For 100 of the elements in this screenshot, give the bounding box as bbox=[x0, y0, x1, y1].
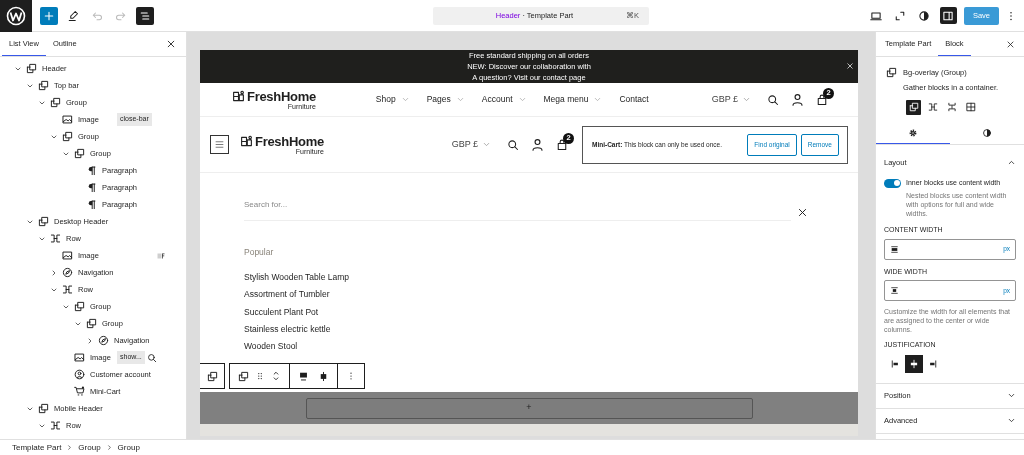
expand-icon bbox=[894, 9, 907, 22]
shelf-icon bbox=[240, 134, 253, 148]
nav-link[interactable]: Mega menu bbox=[543, 93, 603, 106]
user-circle-icon bbox=[74, 369, 85, 380]
contrast-icon bbox=[918, 9, 931, 22]
gear-icon bbox=[908, 127, 918, 138]
currency-selector[interactable]: GBP £ bbox=[451, 137, 491, 152]
chevron-icon bbox=[517, 95, 527, 104]
pilcrow-icon bbox=[86, 165, 97, 176]
bag-icon bbox=[816, 93, 828, 106]
popular-heading: Popular bbox=[244, 246, 275, 259]
align-top-button[interactable] bbox=[298, 370, 309, 382]
menu-button[interactable] bbox=[210, 135, 229, 154]
popular-link[interactable]: Succulent Plant Pot bbox=[244, 305, 808, 323]
chevron-icon bbox=[482, 140, 491, 149]
search-icon bbox=[146, 352, 157, 363]
menu-icon bbox=[214, 139, 225, 150]
image-icon bbox=[74, 352, 85, 363]
squares-icon bbox=[908, 102, 919, 112]
squares-icon bbox=[50, 97, 61, 108]
popular-link[interactable]: Wooden Stool bbox=[244, 340, 808, 358]
squares-icon bbox=[62, 131, 73, 142]
toggle-switch[interactable] bbox=[884, 178, 901, 188]
justify-button[interactable] bbox=[905, 354, 923, 373]
align-top-icon bbox=[298, 370, 309, 382]
plus-icon bbox=[43, 9, 55, 22]
chevron-icon bbox=[593, 95, 603, 104]
chevron-icon bbox=[455, 95, 465, 104]
squares-icon bbox=[206, 370, 218, 382]
close-icon bbox=[797, 207, 808, 218]
variation-button[interactable] bbox=[906, 99, 921, 115]
wide-width-icon bbox=[890, 286, 899, 296]
search-icon bbox=[507, 138, 519, 151]
justify-right-icon bbox=[927, 358, 937, 369]
cart-icon bbox=[74, 386, 85, 397]
squares-icon bbox=[38, 216, 49, 227]
close-icon bbox=[846, 62, 854, 70]
shelf-icon bbox=[232, 89, 245, 103]
undo-icon bbox=[91, 9, 103, 22]
pilcrow-icon bbox=[86, 199, 97, 210]
brand-name: FreshHome bbox=[247, 89, 316, 103]
content-width-icon bbox=[890, 244, 899, 254]
align-center-button[interactable] bbox=[318, 370, 329, 382]
list-view-button[interactable] bbox=[136, 6, 154, 25]
squares-icon bbox=[86, 318, 97, 329]
plus-button[interactable] bbox=[40, 6, 58, 25]
user-icon bbox=[791, 93, 804, 106]
list-view-icon bbox=[139, 9, 151, 22]
nav-link[interactable]: Pages bbox=[426, 93, 465, 106]
squares-icon bbox=[238, 370, 249, 382]
chevron-icon bbox=[742, 95, 751, 104]
squares-icon bbox=[74, 148, 85, 159]
redo-icon bbox=[115, 9, 127, 22]
grid-icon bbox=[965, 102, 976, 112]
chevron-icon bbox=[105, 444, 113, 451]
squares-icon bbox=[886, 67, 897, 78]
brand-name: FreshHome bbox=[255, 134, 324, 148]
pilcrow-icon bbox=[86, 182, 97, 193]
nav-link[interactable]: Account bbox=[481, 93, 527, 106]
drag-handle[interactable] bbox=[255, 371, 265, 381]
pen-icon bbox=[67, 9, 79, 22]
breadcrumb-link[interactable]: Group bbox=[117, 441, 140, 454]
move-arrows-icon bbox=[271, 369, 281, 383]
popular-link[interactable]: Stainless electric kettle bbox=[244, 322, 808, 341]
logo-button[interactable] bbox=[0, 0, 32, 32]
select-parent-button[interactable] bbox=[200, 363, 225, 389]
sidebar-button[interactable] bbox=[939, 7, 957, 24]
compass-icon bbox=[62, 267, 73, 278]
logo-icon bbox=[6, 5, 26, 26]
desktop-icon bbox=[870, 9, 883, 22]
sidebar-icon bbox=[942, 9, 955, 22]
close-button[interactable] bbox=[797, 207, 808, 218]
contrast-icon bbox=[982, 127, 992, 138]
justify-center-icon bbox=[909, 358, 919, 369]
bag-icon bbox=[556, 138, 568, 151]
popular-link[interactable]: Assortment of Tumbler bbox=[244, 288, 808, 306]
squares-icon bbox=[74, 301, 85, 312]
compass-icon bbox=[98, 335, 109, 346]
add-block-button[interactable]: + bbox=[305, 397, 753, 419]
columns-icon bbox=[50, 233, 61, 244]
user-icon bbox=[531, 138, 544, 151]
breadcrumb-link[interactable]: Group bbox=[78, 441, 101, 454]
close-icon bbox=[166, 39, 176, 49]
breadcrumb-link[interactable]: Template Part bbox=[12, 441, 62, 454]
nav-link[interactable]: Shop bbox=[375, 93, 410, 106]
search-icon bbox=[767, 93, 779, 106]
thumbnail-icon bbox=[157, 251, 165, 260]
justify-left-icon bbox=[891, 358, 901, 369]
squares-icon bbox=[38, 80, 49, 91]
drag-handle-icon bbox=[255, 371, 265, 381]
popular-link[interactable]: Stylish Wooden Table Lamp bbox=[244, 270, 808, 289]
nav-link[interactable]: Contact bbox=[619, 93, 649, 106]
image-icon bbox=[62, 250, 73, 261]
search-field[interactable]: Search for... bbox=[244, 199, 791, 221]
close-icon bbox=[1006, 39, 1015, 49]
currency-selector[interactable]: GBP £ bbox=[711, 92, 751, 107]
align-center-icon bbox=[318, 370, 329, 382]
block-type-button[interactable] bbox=[238, 370, 249, 382]
move-button[interactable] bbox=[271, 369, 281, 383]
stack-icon bbox=[946, 102, 957, 112]
